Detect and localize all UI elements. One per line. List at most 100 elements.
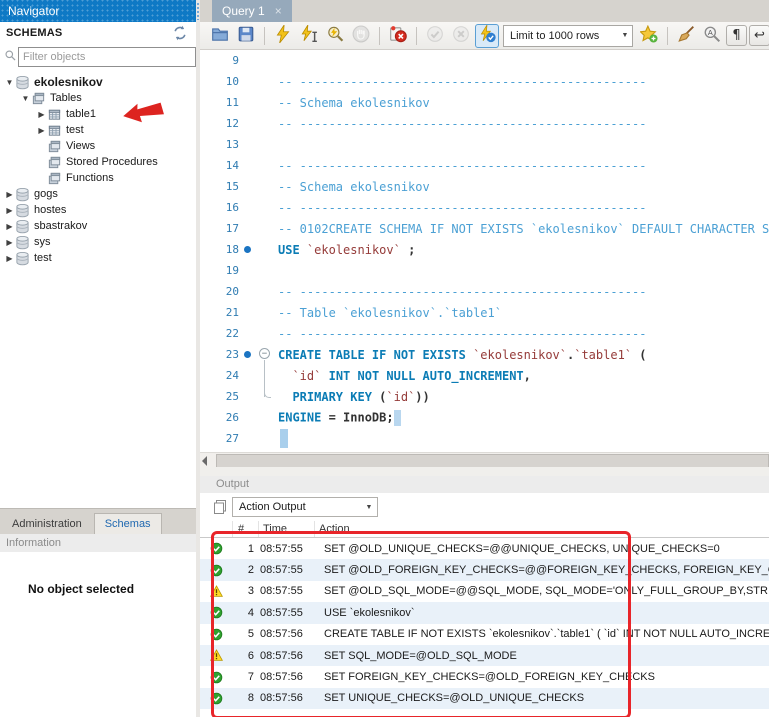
editor-line-25[interactable]: 25 PRIMARY KEY (`id`)) (200, 386, 769, 407)
expander-closed-icon[interactable]: ▶ (36, 110, 47, 119)
open-script-button[interactable] (208, 24, 232, 48)
stop-hand-icon (352, 25, 370, 46)
save-script-button[interactable] (234, 24, 258, 48)
filter-objects-input[interactable] (18, 47, 196, 67)
text-cursor (394, 410, 401, 426)
editor-line-16[interactable]: 16-- -----------------------------------… (200, 197, 769, 218)
editor-line-12[interactable]: 12-- -----------------------------------… (200, 113, 769, 134)
rollback-icon (452, 25, 470, 46)
kill-query-button[interactable] (386, 24, 410, 48)
sql-editor[interactable]: 910-- ----------------------------------… (200, 50, 769, 452)
scroll-left-icon[interactable] (202, 456, 207, 466)
chevron-down-icon: ▼ (618, 26, 632, 46)
editor-line-22[interactable]: 22-- -----------------------------------… (200, 323, 769, 344)
fold-gutter (257, 92, 278, 113)
editor-line-20[interactable]: 20-- -----------------------------------… (200, 281, 769, 302)
tree-item-sys[interactable]: ▶ sys (0, 234, 196, 250)
tree-item-table1[interactable]: ▶table1 (0, 106, 196, 122)
tree-item-test[interactable]: ▶test (0, 122, 196, 138)
toggle-autocommit-button[interactable] (475, 24, 499, 48)
tree-item-label: Views (66, 140, 95, 152)
code-text: PRIMARY KEY (`id`)) (278, 390, 769, 404)
expander-open-icon[interactable]: ▼ (4, 78, 15, 87)
fold-gutter (257, 71, 278, 92)
tree-item-test[interactable]: ▶test (0, 250, 196, 266)
show-invisibles-button[interactable]: ¶ (726, 25, 747, 46)
search-icon (4, 49, 17, 62)
pilcrow-icon: ¶ (732, 28, 740, 43)
editor-line-14[interactable]: 14-- -----------------------------------… (200, 155, 769, 176)
editor-line-13[interactable]: 13 (200, 134, 769, 155)
navigator-panel-title: Navigator (0, 0, 196, 22)
views-icon (47, 171, 63, 186)
tree-item-gogs[interactable]: ▶gogs (0, 186, 196, 202)
editor-line-24[interactable]: 24 `id` INT NOT NULL AUTO_INCREMENT, (200, 365, 769, 386)
tree-item-tables[interactable]: ▼Tables (0, 90, 196, 106)
rollback-button[interactable] (449, 24, 473, 48)
output-splitter[interactable] (200, 467, 769, 476)
editor-horizontal-scrollbar[interactable] (200, 452, 769, 467)
editor-line-21[interactable]: 21-- Table `ekolesnikov`.`table1` (200, 302, 769, 323)
information-panel-header: Information (0, 534, 196, 552)
line-number: 25 (200, 390, 244, 403)
toolbar-separator (416, 27, 417, 45)
close-icon[interactable]: × (275, 0, 282, 22)
expander-closed-icon[interactable]: ▶ (36, 126, 47, 135)
refresh-icon[interactable] (172, 25, 188, 41)
save-snippet-button[interactable] (637, 24, 661, 48)
editor-line-17[interactable]: 17-- 0102CREATE SCHEMA IF NOT EXISTS `ek… (200, 218, 769, 239)
find-button[interactable]: A (700, 24, 724, 48)
editor-line-23[interactable]: 23−CREATE TABLE IF NOT EXISTS `ekolesnik… (200, 344, 769, 365)
tree-item-functions[interactable]: Functions (0, 170, 196, 186)
expander-closed-icon[interactable]: ▶ (4, 190, 15, 199)
execute-current-button[interactable] (297, 24, 321, 48)
tree-item-hostes[interactable]: ▶hostes (0, 202, 196, 218)
expander-closed-icon[interactable]: ▶ (4, 238, 15, 247)
tree-item-views[interactable]: Views (0, 138, 196, 154)
tree-item-stored-procedures[interactable]: Stored Procedures (0, 154, 196, 170)
schema-filter-row (0, 44, 196, 70)
code-text: -- 0102CREATE SCHEMA IF NOT EXISTS `ekol… (278, 222, 769, 236)
editor-line-9[interactable]: 9 (200, 50, 769, 71)
bolt-icon (274, 25, 292, 46)
fold-gutter (257, 50, 278, 71)
views-icon (47, 139, 63, 154)
fold-open-icon[interactable]: − (257, 344, 278, 365)
scrollbar-thumb[interactable] (216, 454, 769, 468)
output-view-selector[interactable]: Action Output ▼ (232, 497, 378, 517)
tables-icon (31, 91, 47, 106)
fold-gutter (257, 281, 278, 302)
explain-button[interactable] (323, 24, 347, 48)
code-text: ENGINE = InnoDB; (278, 410, 769, 426)
limit-rows-select[interactable]: Limit to 1000 rows▼ (503, 25, 633, 47)
information-panel: No object selected (0, 552, 196, 717)
editor-line-11[interactable]: 11-- Schema ekolesnikov (200, 92, 769, 113)
tree-item-sbastrakov[interactable]: ▶sbastrakov (0, 218, 196, 234)
sidebar-tab-schemas[interactable]: Schemas (94, 513, 162, 534)
execute-all-button[interactable] (271, 24, 295, 48)
code-text: USE `ekolesnikov` ; (278, 243, 769, 257)
editor-line-10[interactable]: 10-- -----------------------------------… (200, 71, 769, 92)
expander-closed-icon[interactable]: ▶ (4, 222, 15, 231)
beautify-button[interactable] (674, 24, 698, 48)
stop-execution-button[interactable] (349, 24, 373, 48)
expander-open-icon[interactable]: ▼ (20, 94, 31, 103)
editor-line-27[interactable]: 27 (200, 428, 769, 449)
editor-line-15[interactable]: 15-- Schema ekolesnikov (200, 176, 769, 197)
editor-line-26[interactable]: 26ENGINE = InnoDB; (200, 407, 769, 428)
expander-closed-icon[interactable]: ▶ (4, 254, 15, 263)
tree-item-label: sys (34, 236, 51, 248)
commit-button[interactable] (423, 24, 447, 48)
output-panel-header: Output (200, 476, 769, 493)
table-icon (47, 107, 63, 122)
expander-closed-icon[interactable]: ▶ (4, 206, 15, 215)
output-view-selected: Action Output (233, 501, 361, 513)
find-icon: A (703, 25, 721, 46)
editor-line-19[interactable]: 19 (200, 260, 769, 281)
code-text: -- -------------------------------------… (278, 75, 769, 89)
tab-query-1[interactable]: Query 1 × (212, 0, 292, 22)
editor-line-18[interactable]: 18USE `ekolesnikov` ; (200, 239, 769, 260)
sidebar-tab-administration[interactable]: Administration (2, 514, 92, 534)
tree-item-ekolesnikov[interactable]: ▼ekolesnikov (0, 74, 196, 90)
wrap-text-button[interactable]: ↩ (749, 25, 769, 46)
